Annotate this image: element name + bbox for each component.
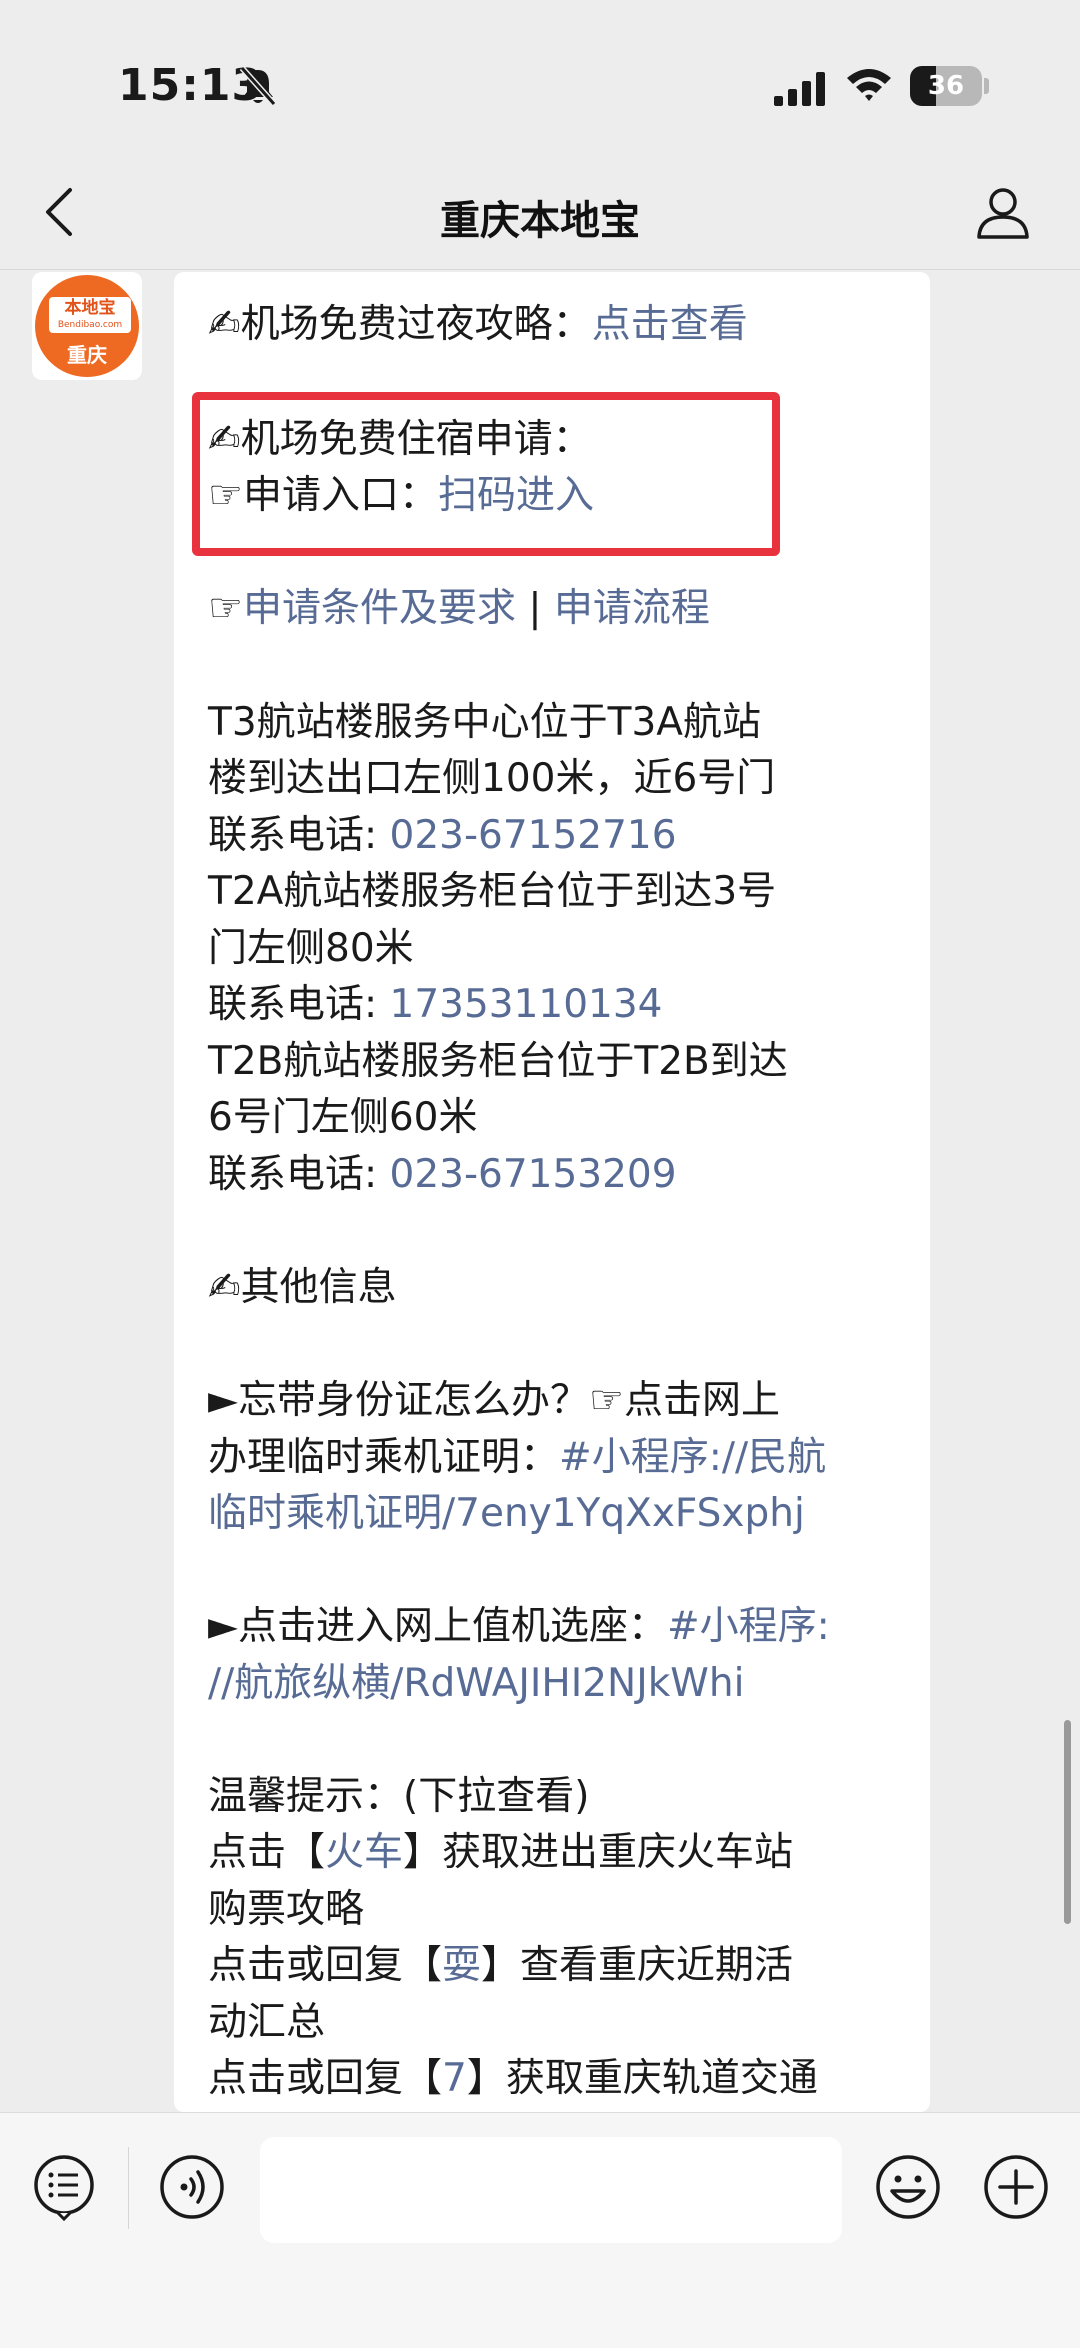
phone-label: 联系电话: [208, 1152, 390, 1197]
emoji-icon[interactable] [874, 2153, 942, 2221]
input-bar [0, 2112, 1080, 2348]
battery-percent: 36 [927, 71, 965, 101]
voice-icon[interactable] [158, 2153, 226, 2221]
line-text: ✍机场免费过夜攻略： [208, 302, 592, 347]
link-scan-entry[interactable]: 扫码进入 [438, 473, 594, 518]
message-line: ✍其他信息 [208, 1265, 397, 1310]
scroll-indicator[interactable] [1064, 1720, 1071, 1924]
message-line: 购票攻略 [208, 1887, 365, 1932]
phone-link[interactable]: 17353110134 [390, 982, 663, 1027]
menu-list-icon[interactable] [30, 2153, 98, 2221]
keyword-link[interactable]: 7 [442, 2056, 467, 2101]
line-text: 点击或回复【 [208, 1943, 443, 1988]
message-line: 点击【火车】获取进出重庆火车站 [208, 1825, 793, 1881]
message-input[interactable] [260, 2137, 842, 2243]
message-line: ✍机场免费住宿申请： [208, 412, 592, 468]
message-line: 温馨提示：(下拉查看) [208, 1774, 590, 1819]
battery-icon: 36 [910, 66, 982, 106]
message-line: //航旅纵横/RdWAJIHI2NJkWhi [208, 1656, 744, 1712]
message-line: 联系电话: 023-67153209 [208, 1147, 677, 1203]
message-line: ✍机场免费过夜攻略：点击查看 [208, 297, 748, 353]
message-line: ☞申请入口：扫码进入 [208, 468, 594, 524]
cellular-signal-icon [774, 72, 825, 106]
message-line: 6号门左侧60米 [208, 1095, 478, 1140]
line-text: ☞ [208, 586, 243, 631]
nav-bar: 重庆本地宝 [0, 150, 1080, 270]
message-line: 楼到达出口左侧100米，近6号门 [208, 756, 776, 801]
battery-cap [984, 78, 989, 94]
message-line: 点击或回复【耍】查看重庆近期活 [208, 1938, 793, 1994]
message-line: 办理临时乘机证明：#小程序://民航 [208, 1430, 826, 1486]
line-text: 】获取进出重庆火车站 [403, 1830, 794, 1875]
message-line: 门左侧80米 [208, 926, 414, 971]
line-text: ☞申请入口： [208, 473, 438, 518]
message-line: 联系电话: 17353110134 [208, 977, 663, 1033]
mini-program-link[interactable]: #小程序://民航 [559, 1435, 826, 1480]
mini-program-link[interactable]: #小程序: [667, 1604, 830, 1649]
avatar-brand: 本地宝 [64, 298, 116, 318]
line-text: 】获取重庆轨道交通 [466, 2056, 818, 2101]
message-line: 临时乘机证明/7eny1YqXxFSxphj [208, 1486, 805, 1542]
phone-label: 联系电话: [208, 982, 390, 1027]
message-line: ☞申请条件及要求 | 申请流程 [208, 581, 710, 637]
line-text: 点击【 [208, 1830, 326, 1875]
line-text: ✍机场免费住宿申请： [208, 417, 592, 462]
chat-title: 重庆本地宝 [440, 198, 640, 244]
message-line: T2A航站楼服务柜台位于到达3号 [208, 869, 777, 914]
phone-link[interactable]: 023-67152716 [390, 813, 677, 858]
avatar-logo: 本地宝 Bendibao.com 重庆 [35, 275, 139, 377]
avatar-brand-box: 本地宝 Bendibao.com [49, 297, 131, 333]
line-text: 】查看重庆近期活 [481, 1943, 794, 1988]
message-line: T3航站楼服务中心位于T3A航站 [208, 700, 761, 745]
message-line: ►点击进入网上值机选座：#小程序: [208, 1599, 830, 1655]
mini-program-link[interactable]: //航旅纵横/RdWAJIHI2NJkWhi [208, 1661, 744, 1706]
message-line: 联系电话: 023-67152716 [208, 808, 677, 864]
avatar-city: 重庆 [67, 343, 107, 367]
sender-avatar[interactable]: 本地宝 Bendibao.com 重庆 [32, 272, 142, 380]
message-line: T2B航站楼服务柜台位于T2B到达 [208, 1039, 788, 1084]
bell-mute-icon [239, 66, 277, 106]
link-separator: | [515, 586, 554, 631]
link-process[interactable]: 申请流程 [554, 586, 710, 631]
message-line: 点击或回复【7】获取重庆轨道交通 [208, 2051, 818, 2107]
divider [128, 2147, 129, 2229]
wifi-icon [847, 69, 891, 101]
status-bar: 15:13 36 [0, 0, 1080, 150]
message-line: 动汇总 [208, 2000, 326, 2045]
keyword-link[interactable]: 火车 [325, 1830, 403, 1875]
message-line: ►忘带身份证怎么办？☞点击网上 [208, 1378, 780, 1423]
phone-link[interactable]: 023-67153209 [390, 1152, 677, 1197]
link-view-guide[interactable]: 点击查看 [592, 302, 748, 347]
person-icon[interactable] [974, 184, 1032, 240]
avatar-domain: Bendibao.com [57, 320, 123, 330]
plus-icon[interactable] [982, 2153, 1050, 2221]
link-conditions[interactable]: 申请条件及要求 [243, 586, 516, 631]
phone-label: 联系电话: [208, 813, 390, 858]
line-text: 点击或回复【 [208, 2056, 443, 2101]
line-text: 办理临时乘机证明： [208, 1435, 560, 1480]
line-text: ►点击进入网上值机选座： [208, 1604, 667, 1649]
keyword-link[interactable]: 耍 [442, 1943, 481, 1988]
mini-program-link[interactable]: 临时乘机证明/7eny1YqXxFSxphj [208, 1491, 805, 1536]
